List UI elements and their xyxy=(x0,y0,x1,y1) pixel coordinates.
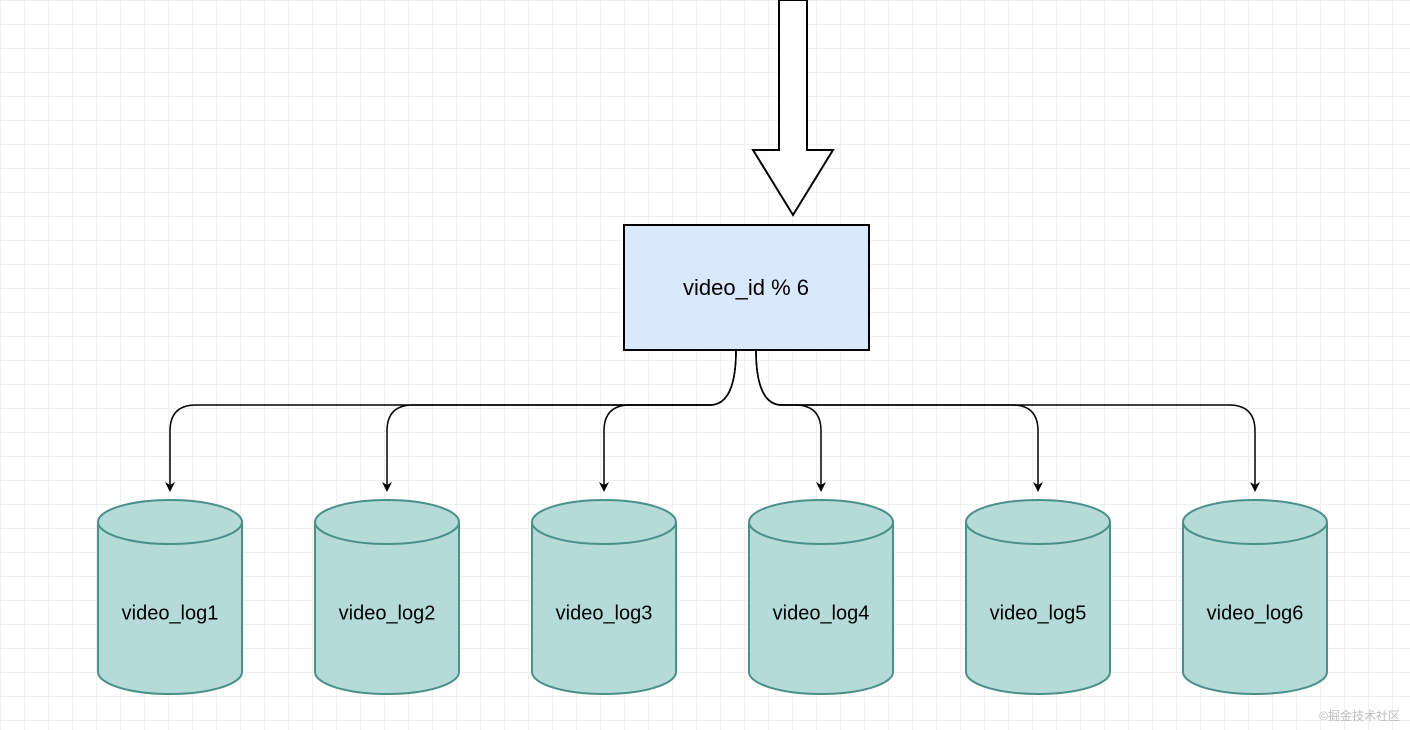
cylinder-1: video_log1 xyxy=(98,500,242,694)
cylinder-6-label: video_log6 xyxy=(1207,602,1304,624)
cylinder-5: video_log5 xyxy=(966,500,1110,694)
cylinder-6: video_log6 xyxy=(1183,500,1327,694)
router-label: video_id % 6 xyxy=(683,275,809,300)
connectors xyxy=(170,350,1255,490)
cylinder-4: video_log4 xyxy=(749,500,893,694)
input-arrow-icon xyxy=(753,0,833,215)
cylinder-2-label: video_log2 xyxy=(339,602,436,624)
cylinder-5-label: video_log5 xyxy=(990,602,1087,624)
diagram-canvas: video_id % 6 video_log1 video_log2 video… xyxy=(0,0,1410,730)
watermark: ©掘金技术社区 xyxy=(1319,707,1400,724)
cylinder-3-label: video_log3 xyxy=(556,602,653,624)
cylinder-3: video_log3 xyxy=(532,500,676,694)
cylinder-2: video_log2 xyxy=(315,500,459,694)
cylinder-1-label: video_log1 xyxy=(122,602,219,624)
cylinder-4-label: video_log4 xyxy=(773,602,870,624)
router-box: video_id % 6 xyxy=(624,225,869,350)
